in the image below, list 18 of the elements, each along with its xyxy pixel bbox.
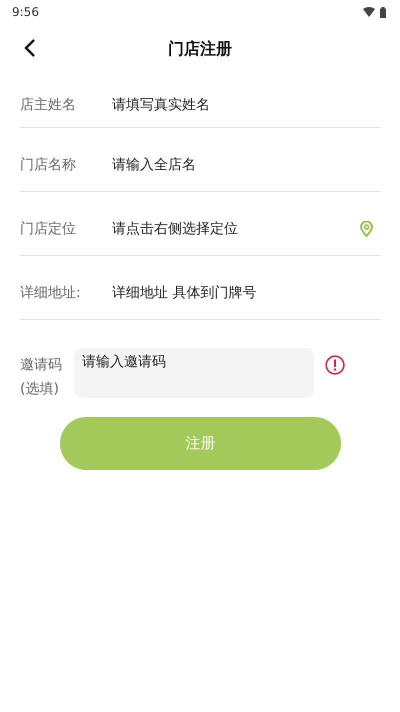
battery-icon <box>380 6 386 18</box>
input-field[interactable]: 请输入全店名 <box>112 156 381 172</box>
input-field[interactable]: 请点击右侧选择定位 <box>112 220 360 236</box>
invite-label: 邀请码 <box>20 356 63 374</box>
page-title: 门店注册 <box>168 38 232 60</box>
field-label: 门店名称 <box>20 156 77 174</box>
wifi-icon <box>363 7 375 17</box>
input-field[interactable]: 详细地址 具体到门牌号 <box>112 284 381 300</box>
input-field[interactable]: 请填写真实姓名 <box>112 96 381 112</box>
optional-label: (选填) <box>20 380 60 398</box>
invite-code-field[interactable]: 请输入邀请码 <box>74 348 314 398</box>
register-button[interactable]: 注册 <box>60 417 341 470</box>
field-label: 门店定位 <box>20 220 77 238</box>
status-time: 9:56 <box>12 5 39 19</box>
field-label: 店主姓名 <box>20 96 77 114</box>
warning-icon[interactable] <box>325 355 345 375</box>
back-icon[interactable] <box>24 38 36 58</box>
field-label: 详细地址: <box>20 284 82 302</box>
